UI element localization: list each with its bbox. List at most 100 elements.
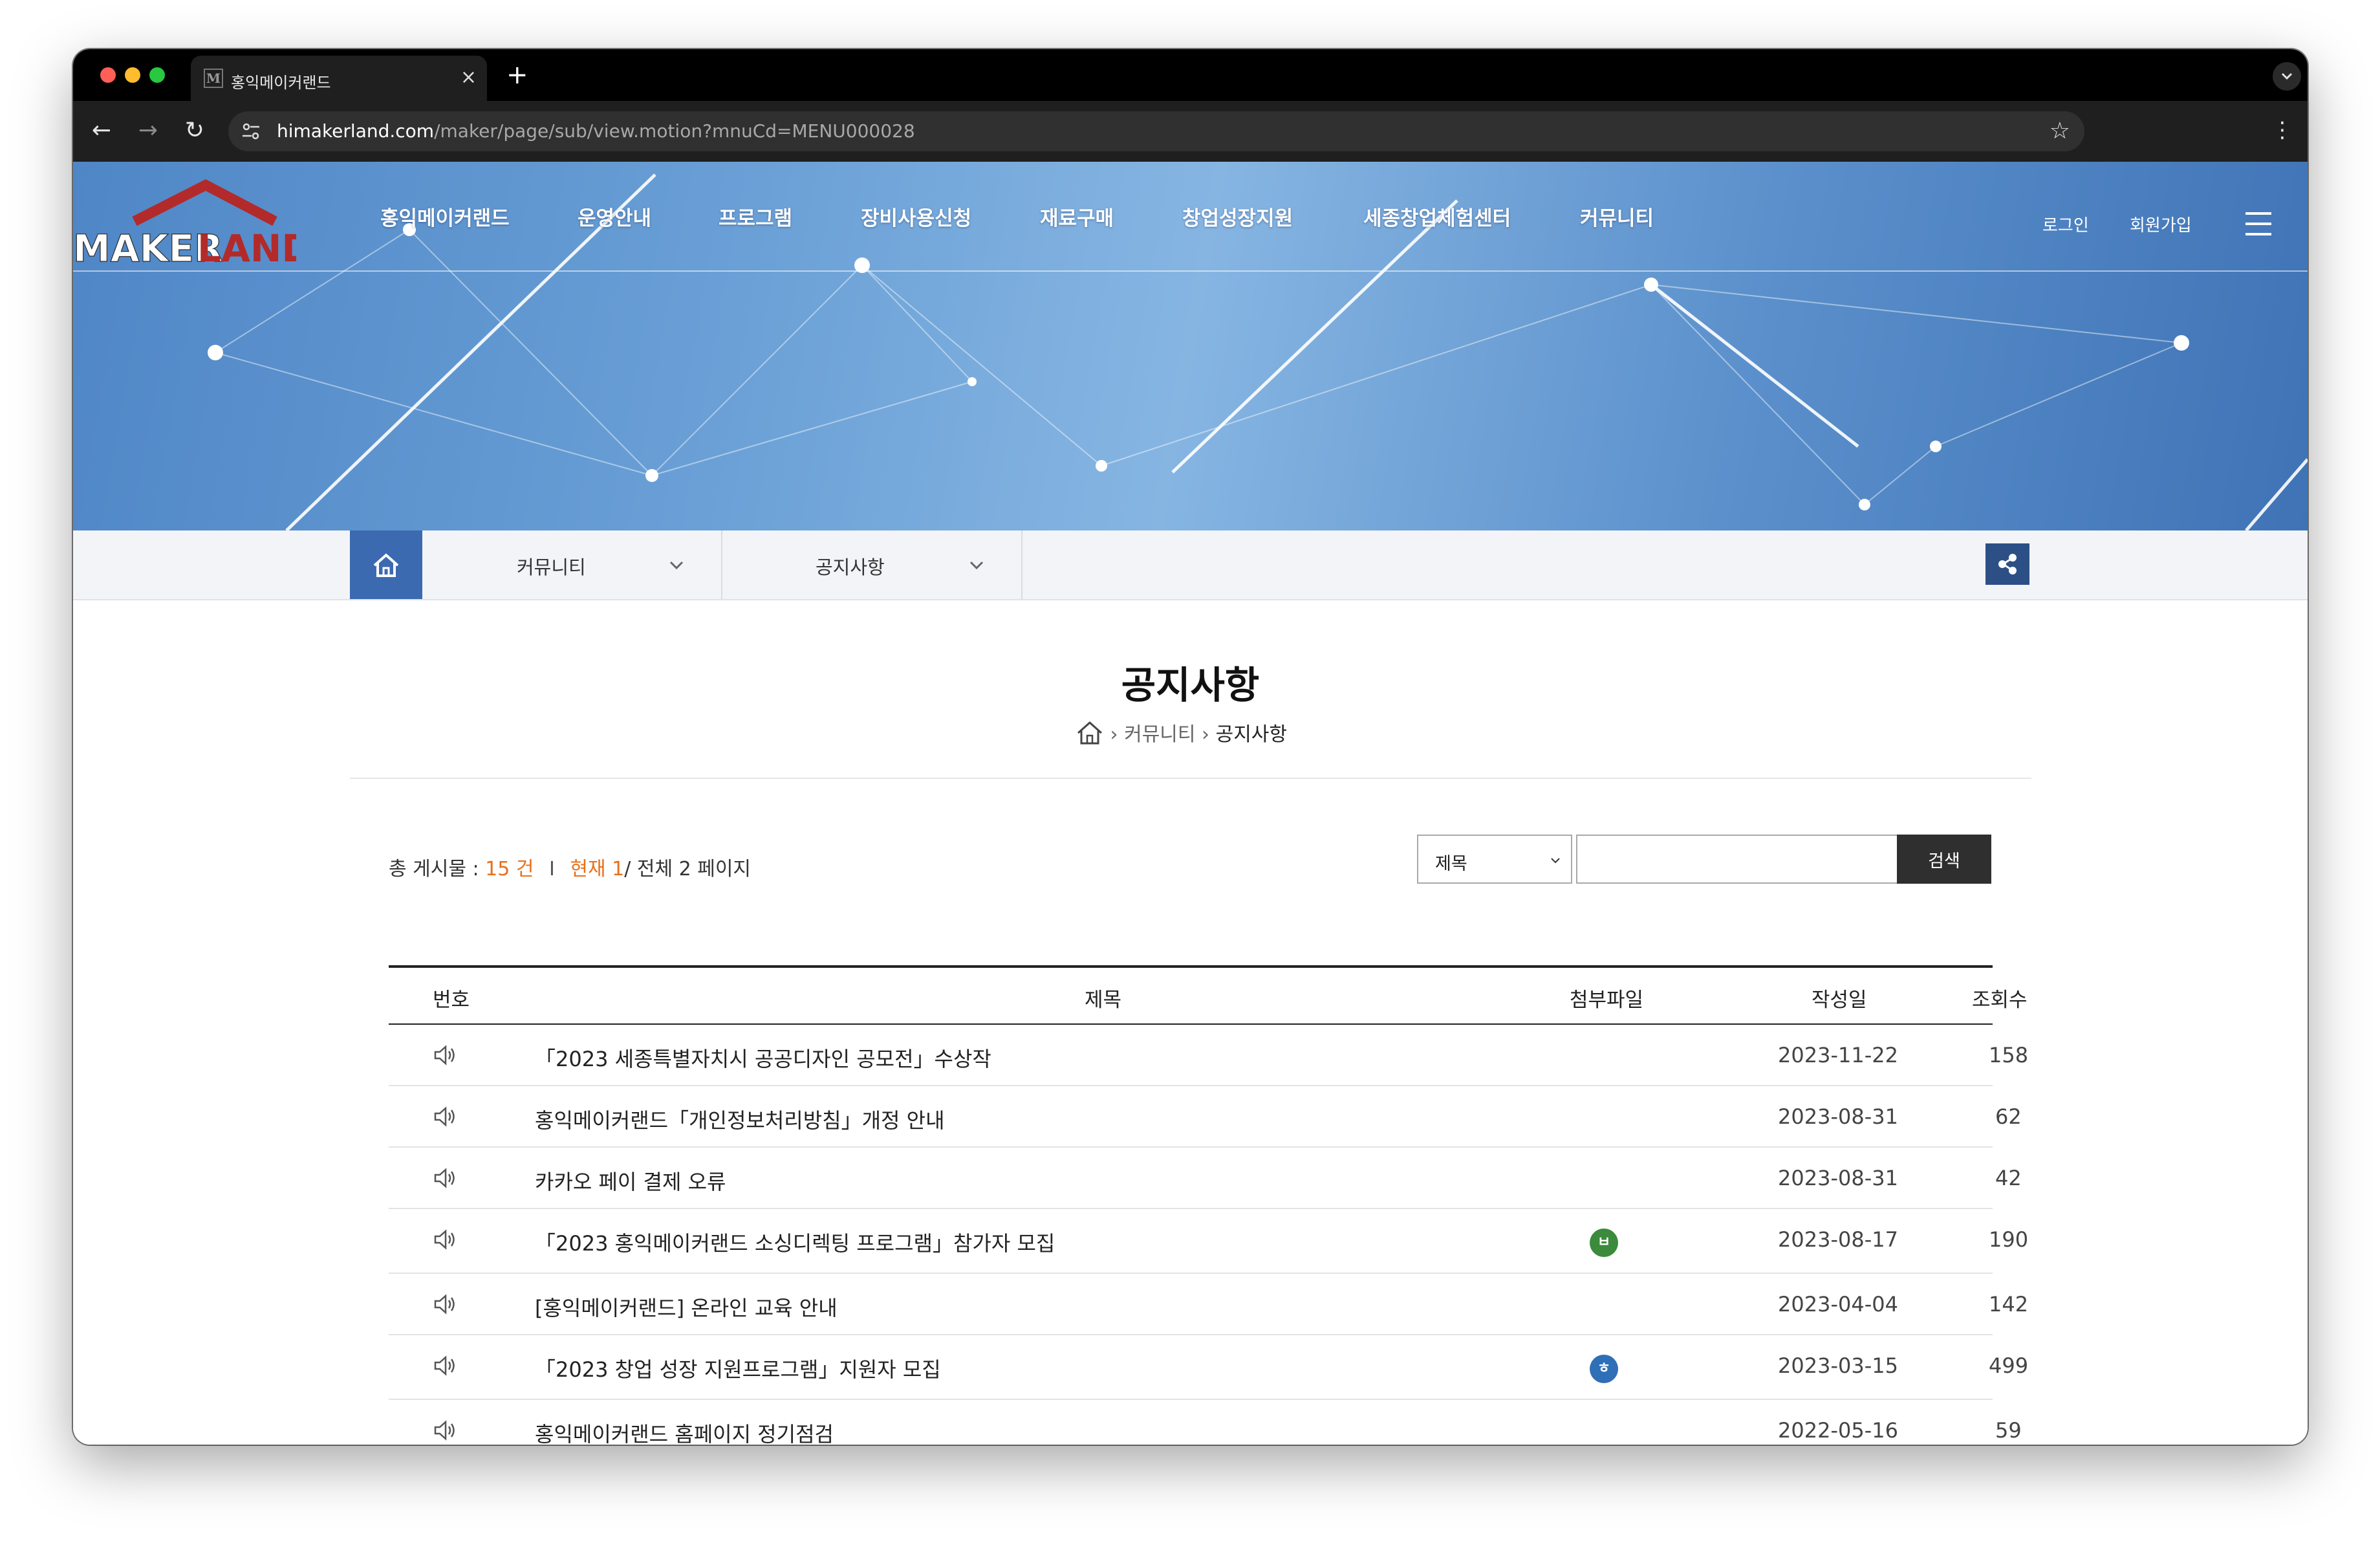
notice-speaker-icon: [434, 1045, 455, 1066]
breadcrumb-separator-icon: ›: [1202, 723, 1216, 746]
dropdown-level1[interactable]: 커뮤니티: [422, 530, 722, 599]
reload-icon[interactable]: ↻: [177, 113, 213, 149]
share-button[interactable]: [1985, 543, 2029, 585]
browser-tab[interactable]: M 홍익메이커랜드 ×: [191, 56, 487, 101]
row-title-link[interactable]: 홍익메이커랜드 홈페이지 정기점검: [535, 1418, 834, 1445]
table-row[interactable]: 홍익메이커랜드「개인정보처리방침」개정 안내 2023-08-31 62: [389, 1086, 2022, 1148]
row-date: 2023-08-31: [1778, 1104, 1898, 1129]
table-row[interactable]: 홍익메이커랜드 홈페이지 정기점검 2022-05-16 59: [389, 1400, 2022, 1445]
share-icon: [1998, 554, 2017, 574]
chevron-down-icon: [2281, 72, 2293, 80]
page-title: 공지사항: [1121, 663, 1260, 707]
row-title-link[interactable]: 「2023 홍익메이커랜드 소싱디렉팅 프로그램」참가자 모집: [535, 1227, 1055, 1257]
row-title-link[interactable]: 카카오 페이 결제 오류: [535, 1166, 726, 1196]
title-divider: [350, 778, 2031, 779]
search-button[interactable]: 검색: [1897, 835, 1991, 884]
nav-item-makerland[interactable]: 홍익메이커랜드: [380, 202, 510, 231]
tab-bar: M 홍익메이커랜드 × +: [73, 49, 2308, 101]
nav-item-materials[interactable]: 재료구매: [1040, 202, 1114, 231]
url-text[interactable]: himakerland.com/maker/page/sub/view.moti…: [277, 120, 915, 142]
signup-link[interactable]: 회원가입: [2130, 212, 2192, 236]
makerland-logo[interactable]: MAKER LAND: [73, 171, 296, 268]
nav-item-program[interactable]: 프로그램: [719, 202, 792, 231]
row-views: 158: [1989, 1043, 2029, 1067]
search-field-select[interactable]: 제목: [1417, 835, 1572, 884]
notice-speaker-icon: [434, 1168, 455, 1188]
chevron-down-icon: [969, 561, 984, 570]
search-field-selected: 제목: [1435, 854, 1467, 874]
nav-item-operation[interactable]: 운영안내: [578, 202, 651, 231]
notice-speaker-icon: [434, 1420, 455, 1441]
row-title-link[interactable]: 「2023 창업 성장 지원프로그램」지원자 모집: [535, 1353, 941, 1383]
table-row[interactable]: 「2023 홍익메이커랜드 소싱디렉팅 프로그램」참가자 모집 ㅂ 2023-0…: [389, 1209, 2028, 1274]
search-input[interactable]: [1576, 835, 1898, 884]
row-views: 59: [1995, 1418, 2022, 1443]
table-row[interactable]: 「2023 창업 성장 지원프로그램」지원자 모집 ㅎ 2023-03-15 4…: [389, 1335, 2028, 1400]
column-header-attachment: 첨부파일: [1570, 989, 1644, 1012]
notice-speaker-icon: [434, 1229, 455, 1250]
browser-toolbar: ← → ↻ himakerland.com/maker/page/sub/vie…: [73, 101, 2308, 162]
row-views: 42: [1995, 1166, 2022, 1190]
row-date: 2022-05-16: [1778, 1418, 1898, 1443]
total-pages: / 전체 2 페이지: [624, 858, 752, 880]
dropdown-level2[interactable]: 공지사항: [722, 530, 1022, 599]
url-path: /maker/page/sub/view.motion?mnuCd=MENU00…: [434, 120, 915, 142]
address-bar[interactable]: himakerland.com/maker/page/sub/view.moti…: [228, 111, 2084, 151]
nav-item-startup[interactable]: 창업성장지원: [1182, 202, 1293, 231]
nav-item-equipment[interactable]: 장비사용신청: [861, 202, 971, 231]
zoom-window-button[interactable]: [149, 67, 165, 83]
more-options-icon[interactable]: ⋮: [2271, 114, 2293, 146]
header-banner: MAKER LAND 홍익메이커랜드 운영안내 프로그램 장비사용신청 재료구매…: [73, 162, 2308, 530]
table-header: 번호 제목 첨부파일 작성일 조회수: [389, 965, 2028, 1025]
nav-item-community[interactable]: 커뮤니티: [1580, 202, 1654, 231]
row-views: 499: [1989, 1353, 2029, 1378]
new-tab-icon[interactable]: +: [506, 61, 528, 89]
close-window-button[interactable]: [100, 67, 116, 83]
bookmark-star-icon[interactable]: ☆: [2050, 116, 2070, 146]
row-views: 142: [1989, 1292, 2029, 1317]
logo-text-land: LAND: [197, 226, 296, 268]
breadcrumb: › 커뮤니티 › 공지사항: [1076, 718, 1287, 747]
menu-hamburger-icon[interactable]: [2245, 212, 2271, 235]
table-row[interactable]: [홍익메이커랜드] 온라인 교육 안내 2023-04-04 142: [389, 1274, 2028, 1335]
forward-arrow-icon[interactable]: →: [130, 113, 166, 149]
site-settings-icon[interactable]: [240, 120, 262, 142]
row-date: 2023-08-17: [1778, 1227, 1898, 1252]
tab-close-icon[interactable]: ×: [460, 66, 477, 89]
board-summary: 총 게시물 : 15 건 I 현재 1/ 전체 2 페이지: [389, 853, 751, 881]
notice-table: 번호 제목 첨부파일 작성일 조회수 「2023 세종특별자치시 공공디자인 공…: [389, 965, 2028, 1445]
summary-separator: I: [548, 858, 555, 880]
row-title-link[interactable]: [홍익메이커랜드] 온라인 교육 안내: [535, 1292, 838, 1322]
column-header-views: 조회수: [1972, 989, 2028, 1012]
breadcrumb-item-community[interactable]: 커뮤니티: [1124, 723, 1195, 746]
row-title-link[interactable]: 「2023 세종특별자치시 공공디자인 공모전」수상작: [535, 1043, 991, 1073]
breadcrumb-separator-icon: ›: [1110, 723, 1125, 746]
url-host: himakerland.com: [277, 120, 435, 142]
attachment-hwp-icon[interactable]: ㅎ: [1590, 1355, 1618, 1383]
site-favicon-icon: M: [204, 69, 223, 88]
attachment-hwp-icon[interactable]: ㅂ: [1590, 1229, 1618, 1257]
tab-search-button[interactable]: [2273, 62, 2301, 91]
login-link[interactable]: 로그인: [2042, 212, 2089, 236]
home-button[interactable]: [350, 530, 422, 599]
home-icon: [373, 553, 399, 577]
table-row[interactable]: 카카오 페이 결제 오류 2023-08-31 42: [389, 1148, 2022, 1209]
dropdown-level2-label: 공지사항: [816, 556, 885, 578]
sub-navigation: 커뮤니티 공지사항: [73, 530, 2308, 600]
header-divider: [73, 270, 2308, 272]
minimize-window-button[interactable]: [125, 67, 140, 83]
tab-title: 홍익메이커랜드: [231, 74, 331, 92]
back-arrow-icon[interactable]: ←: [83, 113, 120, 149]
breadcrumb-home-icon[interactable]: [1076, 720, 1104, 746]
current-page: 현재 1: [570, 858, 625, 880]
row-title-link[interactable]: 홍익메이커랜드「개인정보처리방침」개정 안내: [535, 1104, 945, 1134]
notice-speaker-icon: [434, 1355, 455, 1376]
total-count: 15 건: [485, 858, 534, 880]
column-header-number: 번호: [433, 989, 470, 1012]
nav-item-sejong-center[interactable]: 세종창업체험센터: [1363, 202, 1511, 231]
web-page: MAKER LAND 홍익메이커랜드 운영안내 프로그램 장비사용신청 재료구매…: [73, 162, 2308, 1445]
row-views: 62: [1995, 1104, 2022, 1129]
table-row[interactable]: 「2023 세종특별자치시 공공디자인 공모전」수상작 2023-11-22 1…: [389, 1025, 2028, 1086]
row-date: 2023-08-31: [1778, 1166, 1898, 1190]
notice-speaker-icon: [434, 1106, 455, 1127]
